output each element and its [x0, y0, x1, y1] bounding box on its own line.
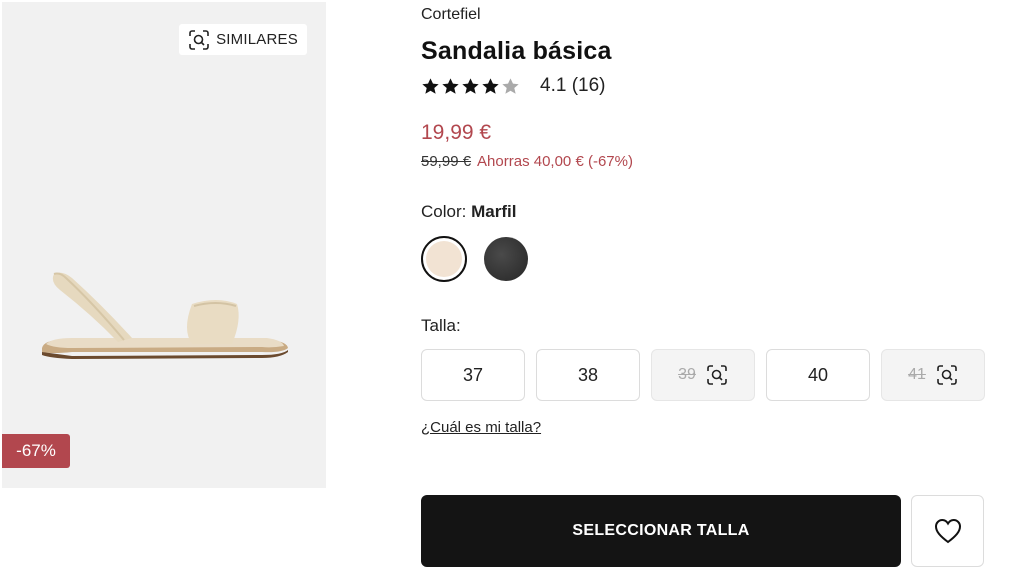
discount-badge: -67% — [2, 434, 70, 468]
visual-search-icon — [189, 29, 209, 50]
color-label-text: Color: — [421, 202, 467, 221]
size-option-39[interactable]: 39 — [651, 349, 755, 401]
product-title: Sandalia básica — [421, 37, 612, 65]
size-option-label: 40 — [807, 364, 829, 385]
size-option-38[interactable]: 38 — [536, 349, 640, 401]
size-option-label: 39 — [678, 366, 696, 383]
swatch-dark[interactable] — [484, 237, 528, 281]
size-option-label: 38 — [577, 364, 599, 385]
star-icon — [462, 77, 479, 94]
heart-icon — [934, 518, 961, 544]
size-option-label: 41 — [908, 366, 926, 383]
price-details: 59,99 € Ahorras 40,00 € (-67%) — [421, 153, 633, 170]
size-option-40[interactable]: 40 — [766, 349, 870, 401]
current-price: 19,99 € — [421, 121, 492, 144]
rating-stars — [421, 77, 520, 96]
star-icon — [442, 77, 459, 94]
size-option-37[interactable]: 37 — [421, 349, 525, 401]
visual-search-icon — [707, 365, 727, 385]
size-guide-link[interactable]: ¿Cuál es mi talla? — [421, 419, 541, 436]
star-icon — [422, 77, 439, 94]
color-value: Marfil — [471, 202, 517, 221]
rating[interactable]: 4.1 (16) — [421, 73, 605, 99]
size-option-label: 37 — [462, 364, 484, 385]
star-icon — [482, 77, 499, 94]
saving-text: Ahorras 40,00 € (-67%) — [477, 153, 633, 170]
brand-name[interactable]: Cortefiel — [421, 6, 481, 24]
product-image-panel[interactable]: SIMILARES -67% — [2, 2, 326, 488]
size-option-41[interactable]: 41 — [881, 349, 985, 401]
product-photo-sandal — [42, 272, 288, 359]
star-icon — [502, 77, 519, 94]
wishlist-button[interactable] — [911, 495, 984, 567]
select-size-button[interactable]: SELECCIONAR TALLA — [421, 495, 901, 567]
color-label: Color: Marfil — [421, 202, 516, 222]
swatch-marfil[interactable] — [421, 236, 467, 282]
size-selector: 37 38 39 40 41 — [421, 349, 985, 401]
old-price: 59,99 € — [421, 153, 472, 170]
size-label: Talla: — [421, 316, 461, 335]
similar-button[interactable]: SIMILARES — [179, 24, 307, 55]
rating-text: 4.1 (16) — [540, 75, 606, 96]
visual-search-icon — [937, 365, 957, 385]
similar-label: SIMILARES — [216, 31, 298, 48]
product-info: Cortefiel Sandalia básica 4.1 (16) 19,99… — [421, 0, 986, 576]
